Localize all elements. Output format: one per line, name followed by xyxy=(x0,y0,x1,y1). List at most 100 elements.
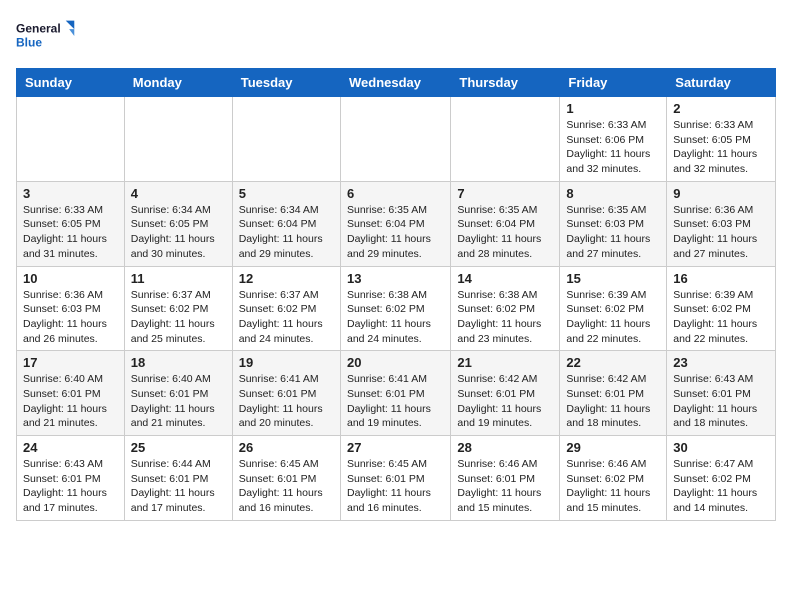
calendar-cell: 11 Sunrise: 6:37 AM Sunset: 6:02 PM Dayli… xyxy=(124,266,232,351)
week-row-1: 1 Sunrise: 6:33 AM Sunset: 6:06 PM Daylig… xyxy=(17,97,776,182)
day-info: Sunrise: 6:36 AM Sunset: 6:03 PM Dayligh… xyxy=(673,203,769,262)
calendar-cell xyxy=(17,97,125,182)
weekday-header-monday: Monday xyxy=(124,69,232,97)
day-number: 23 xyxy=(673,355,769,370)
calendar-cell: 15 Sunrise: 6:39 AM Sunset: 6:02 PM Dayli… xyxy=(560,266,667,351)
day-info: Sunrise: 6:34 AM Sunset: 6:04 PM Dayligh… xyxy=(239,203,334,262)
weekday-header-tuesday: Tuesday xyxy=(232,69,340,97)
day-info: Sunrise: 6:40 AM Sunset: 6:01 PM Dayligh… xyxy=(131,372,226,431)
calendar-cell: 1 Sunrise: 6:33 AM Sunset: 6:06 PM Daylig… xyxy=(560,97,667,182)
day-info: Sunrise: 6:37 AM Sunset: 6:02 PM Dayligh… xyxy=(131,288,226,347)
calendar-cell: 10 Sunrise: 6:36 AM Sunset: 6:03 PM Dayli… xyxy=(17,266,125,351)
day-number: 22 xyxy=(566,355,660,370)
day-number: 18 xyxy=(131,355,226,370)
calendar-cell: 14 Sunrise: 6:38 AM Sunset: 6:02 PM Dayli… xyxy=(451,266,560,351)
page-header: General Blue xyxy=(16,16,776,56)
day-info: Sunrise: 6:40 AM Sunset: 6:01 PM Dayligh… xyxy=(23,372,118,431)
svg-text:Blue: Blue xyxy=(16,35,42,49)
day-number: 8 xyxy=(566,186,660,201)
calendar-cell: 5 Sunrise: 6:34 AM Sunset: 6:04 PM Daylig… xyxy=(232,181,340,266)
day-info: Sunrise: 6:44 AM Sunset: 6:01 PM Dayligh… xyxy=(131,457,226,516)
calendar-cell: 7 Sunrise: 6:35 AM Sunset: 6:04 PM Daylig… xyxy=(451,181,560,266)
weekday-header-row: SundayMondayTuesdayWednesdayThursdayFrid… xyxy=(17,69,776,97)
day-number: 13 xyxy=(347,271,444,286)
day-info: Sunrise: 6:33 AM Sunset: 6:05 PM Dayligh… xyxy=(23,203,118,262)
day-number: 17 xyxy=(23,355,118,370)
calendar-cell: 20Sunrise: 6:41 AM Sunset: 6:01 PM Dayli… xyxy=(340,351,450,436)
calendar-cell: 16 Sunrise: 6:39 AM Sunset: 6:02 PM Dayli… xyxy=(667,266,776,351)
week-row-3: 10 Sunrise: 6:36 AM Sunset: 6:03 PM Dayli… xyxy=(17,266,776,351)
calendar-cell: 24 Sunrise: 6:43 AM Sunset: 6:01 PM Dayli… xyxy=(17,436,125,521)
calendar-cell: 12 Sunrise: 6:37 AM Sunset: 6:02 PM Dayli… xyxy=(232,266,340,351)
day-number: 6 xyxy=(347,186,444,201)
calendar-cell: 9 Sunrise: 6:36 AM Sunset: 6:03 PM Daylig… xyxy=(667,181,776,266)
week-row-5: 24 Sunrise: 6:43 AM Sunset: 6:01 PM Dayli… xyxy=(17,436,776,521)
day-info: Sunrise: 6:37 AM Sunset: 6:02 PM Dayligh… xyxy=(239,288,334,347)
day-info: Sunrise: 6:33 AM Sunset: 6:05 PM Dayligh… xyxy=(673,118,769,177)
calendar-cell: 28 Sunrise: 6:46 AM Sunset: 6:01 PM Dayli… xyxy=(451,436,560,521)
calendar-table: SundayMondayTuesdayWednesdayThursdayFrid… xyxy=(16,68,776,521)
weekday-header-wednesday: Wednesday xyxy=(340,69,450,97)
day-number: 28 xyxy=(457,440,553,455)
week-row-4: 17 Sunrise: 6:40 AM Sunset: 6:01 PM Dayli… xyxy=(17,351,776,436)
calendar-cell xyxy=(451,97,560,182)
weekday-header-thursday: Thursday xyxy=(451,69,560,97)
calendar-cell: 23 Sunrise: 6:43 AM Sunset: 6:01 PM Dayli… xyxy=(667,351,776,436)
day-info: Sunrise: 6:35 AM Sunset: 6:04 PM Dayligh… xyxy=(457,203,553,262)
day-info: Sunrise: 6:42 AM Sunset: 6:01 PM Dayligh… xyxy=(457,372,553,431)
day-number: 10 xyxy=(23,271,118,286)
day-info: Sunrise: 6:43 AM Sunset: 6:01 PM Dayligh… xyxy=(23,457,118,516)
day-info: Sunrise: 6:45 AM Sunset: 6:01 PM Dayligh… xyxy=(347,457,444,516)
day-number: 14 xyxy=(457,271,553,286)
day-info: Sunrise: 6:39 AM Sunset: 6:02 PM Dayligh… xyxy=(673,288,769,347)
day-number: 3 xyxy=(23,186,118,201)
day-info: Sunrise: 6:45 AM Sunset: 6:01 PM Dayligh… xyxy=(239,457,334,516)
day-number: 19 xyxy=(239,355,334,370)
day-number: 1 xyxy=(566,101,660,116)
day-info: Sunrise: 6:39 AM Sunset: 6:02 PM Dayligh… xyxy=(566,288,660,347)
day-number: 16 xyxy=(673,271,769,286)
day-number: 26 xyxy=(239,440,334,455)
day-info: Sunrise: 6:41 AM Sunset: 6:01 PM Dayligh… xyxy=(239,372,334,431)
day-info: Sunrise: 6:35 AM Sunset: 6:04 PM Dayligh… xyxy=(347,203,444,262)
logo: General Blue xyxy=(16,16,76,56)
day-info: Sunrise: 6:42 AM Sunset: 6:01 PM Dayligh… xyxy=(566,372,660,431)
day-info: Sunrise: 6:47 AM Sunset: 6:02 PM Dayligh… xyxy=(673,457,769,516)
calendar-cell xyxy=(340,97,450,182)
logo-svg: General Blue xyxy=(16,16,76,56)
calendar-cell: 17 Sunrise: 6:40 AM Sunset: 6:01 PM Dayli… xyxy=(17,351,125,436)
day-info: Sunrise: 6:46 AM Sunset: 6:01 PM Dayligh… xyxy=(457,457,553,516)
svg-text:General: General xyxy=(16,22,61,36)
day-number: 21 xyxy=(457,355,553,370)
day-number: 11 xyxy=(131,271,226,286)
day-number: 2 xyxy=(673,101,769,116)
calendar-cell: 6 Sunrise: 6:35 AM Sunset: 6:04 PM Daylig… xyxy=(340,181,450,266)
weekday-header-sunday: Sunday xyxy=(17,69,125,97)
weekday-header-friday: Friday xyxy=(560,69,667,97)
day-number: 15 xyxy=(566,271,660,286)
day-info: Sunrise: 6:33 AM Sunset: 6:06 PM Dayligh… xyxy=(566,118,660,177)
calendar-cell: 19 Sunrise: 6:41 AM Sunset: 6:01 PM Dayli… xyxy=(232,351,340,436)
calendar-cell: 18 Sunrise: 6:40 AM Sunset: 6:01 PM Dayli… xyxy=(124,351,232,436)
day-number: 12 xyxy=(239,271,334,286)
day-number: 24 xyxy=(23,440,118,455)
weekday-header-saturday: Saturday xyxy=(667,69,776,97)
day-info: Sunrise: 6:43 AM Sunset: 6:01 PM Dayligh… xyxy=(673,372,769,431)
day-info: Sunrise: 6:38 AM Sunset: 6:02 PM Dayligh… xyxy=(457,288,553,347)
calendar-cell: 22 Sunrise: 6:42 AM Sunset: 6:01 PM Dayli… xyxy=(560,351,667,436)
calendar-cell: 29Sunrise: 6:46 AM Sunset: 6:02 PM Dayli… xyxy=(560,436,667,521)
day-number: 27 xyxy=(347,440,444,455)
day-number: 25 xyxy=(131,440,226,455)
day-number: 7 xyxy=(457,186,553,201)
day-info: Sunrise: 6:38 AM Sunset: 6:02 PM Dayligh… xyxy=(347,288,444,347)
day-info: Sunrise: 6:36 AM Sunset: 6:03 PM Dayligh… xyxy=(23,288,118,347)
day-number: 5 xyxy=(239,186,334,201)
calendar-cell: 13 Sunrise: 6:38 AM Sunset: 6:02 PM Dayli… xyxy=(340,266,450,351)
calendar-cell: 26 Sunrise: 6:45 AM Sunset: 6:01 PM Dayli… xyxy=(232,436,340,521)
calendar-cell: 27 Sunrise: 6:45 AM Sunset: 6:01 PM Dayli… xyxy=(340,436,450,521)
day-number: 9 xyxy=(673,186,769,201)
calendar-cell: 4Sunrise: 6:34 AM Sunset: 6:05 PM Daylig… xyxy=(124,181,232,266)
calendar-cell: 8Sunrise: 6:35 AM Sunset: 6:03 PM Daylig… xyxy=(560,181,667,266)
day-info: Sunrise: 6:41 AM Sunset: 6:01 PM Dayligh… xyxy=(347,372,444,431)
calendar-cell: 25 Sunrise: 6:44 AM Sunset: 6:01 PM Dayli… xyxy=(124,436,232,521)
